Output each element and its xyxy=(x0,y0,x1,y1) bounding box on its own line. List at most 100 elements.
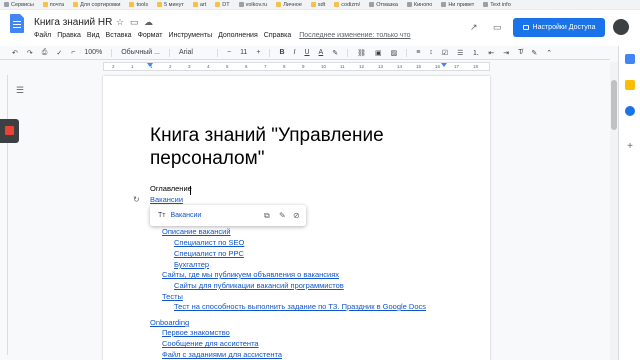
spellcheck-icon[interactable]: ✓ xyxy=(56,49,62,57)
edit-link-icon[interactable]: ✎ xyxy=(279,211,286,220)
folder-icon xyxy=(215,2,221,7)
document-outline-icon[interactable]: ☰ xyxy=(16,85,24,96)
collapse-toolbar-icon[interactable]: ⌃ xyxy=(546,49,552,57)
insert-image-icon[interactable]: ▨ xyxy=(391,49,398,57)
docs-header: Книга знаний HR ☆ ▭ ☁ Файл Правка Вид Встав… xyxy=(0,10,640,46)
share-button[interactable]: Настройки Доступа xyxy=(513,18,605,37)
bookmark-label: Отмазка xyxy=(376,1,398,8)
ruler-number: 13 xyxy=(378,64,384,69)
bookmark-item[interactable]: Кинопо xyxy=(406,2,432,8)
screen-recorder-widget[interactable] xyxy=(0,119,19,143)
bookmark-item[interactable]: Для сортировки xyxy=(73,2,120,8)
menu-item[interactable]: Дополнения xyxy=(218,32,258,39)
popup-link[interactable]: Вакансии xyxy=(170,212,201,219)
menu-item[interactable]: Формат xyxy=(138,32,163,39)
menu-item[interactable]: Вид xyxy=(87,32,100,39)
vertical-ruler[interactable] xyxy=(2,75,8,355)
menu-item[interactable]: Справка xyxy=(264,32,291,39)
highlight-icon[interactable]: ✎ xyxy=(332,49,338,57)
bookmark-item[interactable]: tools xyxy=(129,2,148,8)
menu-item[interactable]: Правка xyxy=(57,32,81,39)
zoom-select[interactable]: 100% xyxy=(84,49,102,56)
avatar[interactable] xyxy=(613,19,629,35)
italic-button[interactable]: I xyxy=(294,49,296,56)
bold-button[interactable]: B xyxy=(279,49,284,56)
tasks-icon[interactable] xyxy=(625,106,635,116)
bookmark-item[interactable]: sdt xyxy=(310,1,326,8)
record-stop-icon[interactable] xyxy=(5,126,14,135)
bookmark-item[interactable]: art xyxy=(192,2,206,8)
toc-link[interactable]: Тесты xyxy=(162,292,183,301)
move-folder-icon[interactable]: ▭ xyxy=(130,17,139,28)
checklist-icon[interactable]: ☑ xyxy=(442,49,448,57)
toc-link[interactable]: Сайты для публикации вакансий программис… xyxy=(174,281,344,290)
document-title[interactable]: Книга знаний HR xyxy=(34,17,112,28)
star-icon[interactable]: ☆ xyxy=(116,17,124,28)
bookmark-item[interactable]: почта xyxy=(42,2,64,8)
bookmark-item[interactable]: volkov.ru xyxy=(238,2,267,8)
remove-link-icon[interactable]: ⊘ xyxy=(293,211,300,220)
toc-link[interactable]: Тест на способность выполнить задание по… xyxy=(174,302,426,311)
calendar-icon[interactable] xyxy=(625,54,635,64)
font-size-increase-button[interactable]: + xyxy=(256,49,260,56)
link-icon[interactable]: ⛓ xyxy=(357,49,366,57)
font-size-input[interactable]: 11 xyxy=(240,49,247,56)
undo-icon[interactable]: ↶ xyxy=(12,49,18,57)
menu-item[interactable]: Файл xyxy=(34,32,51,39)
bulleted-list-icon[interactable]: ☰ xyxy=(457,49,463,57)
toc-link[interactable]: Onboarding xyxy=(150,318,189,327)
bookmark-item[interactable]: Отмазка xyxy=(369,2,398,8)
style-select[interactable]: Обычный ... xyxy=(121,49,160,56)
comments-icon[interactable]: ▭ xyxy=(493,22,502,33)
document-title-heading[interactable]: Книга знаний "Управление персоналом" xyxy=(150,124,470,170)
refresh-toc-icon[interactable]: ↻ xyxy=(133,195,140,204)
underline-button[interactable]: U xyxy=(304,49,309,56)
font-select[interactable]: Arial xyxy=(179,49,193,56)
toc-link[interactable]: Специалист по SEO xyxy=(174,238,244,247)
bookmark-item[interactable]: Text info xyxy=(483,2,511,8)
clear-formatting-icon[interactable]: T̸ xyxy=(518,49,522,56)
scrollbar[interactable] xyxy=(610,62,618,360)
activity-trend-icon[interactable]: ↗ xyxy=(470,22,478,33)
bookmark-item[interactable]: DT xyxy=(215,2,230,8)
print-icon[interactable]: ⎙ xyxy=(42,49,48,57)
right-indent-marker[interactable] xyxy=(441,63,447,67)
bookmark-item[interactable]: Личное xyxy=(276,2,302,8)
font-size-decrease-button[interactable]: − xyxy=(227,49,231,56)
toc-link[interactable]: Бухгалтер xyxy=(174,260,209,269)
add-on-icon[interactable]: + xyxy=(625,142,635,152)
bookmark-item[interactable]: codizm/ xyxy=(334,2,360,8)
increase-indent-icon[interactable]: ⇥ xyxy=(503,49,509,57)
ruler-number: 1 xyxy=(131,64,134,69)
bookmark-item[interactable]: 5 минут xyxy=(157,2,184,8)
horizontal-ruler[interactable]: 2 1 1 2 3 4 5 6 7 8 9 10 11 12 13 14 15 16 17 18 xyxy=(103,62,490,71)
editing-mode-icon[interactable]: ✎ xyxy=(531,49,537,57)
add-comment-icon[interactable]: ▣ xyxy=(375,49,382,57)
decrease-indent-icon[interactable]: ⇤ xyxy=(488,49,494,57)
toolbar-divider xyxy=(216,48,218,57)
redo-icon[interactable]: ↷ xyxy=(27,49,33,57)
toc-link[interactable]: Сайты, где мы публикуем объявления о вак… xyxy=(162,270,339,279)
toc-link[interactable]: Первое знакомство xyxy=(162,328,230,337)
line-spacing-icon[interactable]: ↕ xyxy=(429,49,433,56)
bookmark-item[interactable]: Сервисы xyxy=(4,2,34,8)
menu-item[interactable]: Вставка xyxy=(106,32,132,39)
last-edit-link[interactable]: Последнее изменение: только что xyxy=(299,32,410,39)
align-left-icon[interactable]: ≡ xyxy=(416,49,420,56)
paint-format-icon[interactable]: ⌐ xyxy=(71,49,75,56)
scrollbar-thumb[interactable] xyxy=(611,80,617,130)
docs-logo-icon[interactable] xyxy=(10,14,24,33)
text-color-button[interactable]: A xyxy=(319,49,324,56)
keep-icon[interactable] xyxy=(625,80,635,90)
copy-link-icon[interactable]: ⧉ xyxy=(264,211,270,221)
bookmark-item[interactable]: Ни привет xyxy=(441,2,474,8)
bookmark-label: sdt xyxy=(317,1,326,8)
toc-link[interactable]: Сообщение для ассистента xyxy=(162,339,259,348)
toc-link[interactable]: Вакансии xyxy=(150,195,183,204)
menu-item[interactable]: Инструменты xyxy=(168,32,212,39)
numbered-list-icon[interactable]: ⒈ xyxy=(472,48,479,58)
toc-link[interactable]: Файл с заданиями для ассистента xyxy=(162,350,282,359)
toc-link[interactable]: Описание вакансий xyxy=(162,227,231,236)
cloud-status-icon[interactable]: ☁ xyxy=(144,17,153,28)
toc-link[interactable]: Специалист по PPC xyxy=(174,249,244,258)
